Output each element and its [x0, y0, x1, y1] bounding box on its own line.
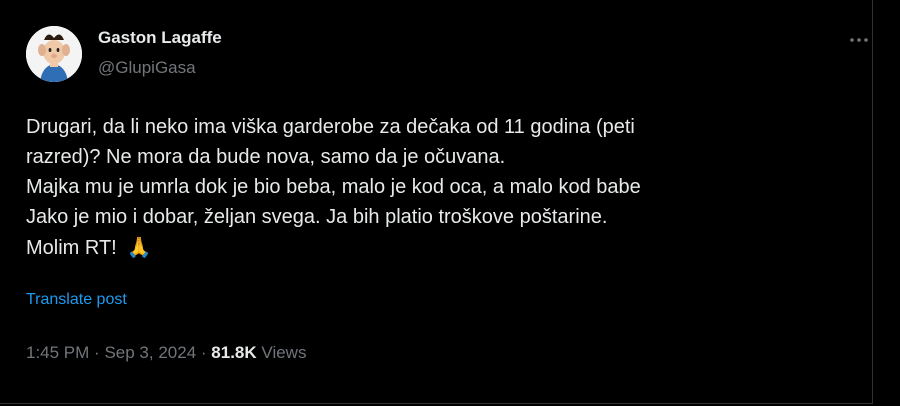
more-options-button[interactable]: [846, 30, 872, 50]
avatar-image: [26, 26, 82, 82]
tweet-line-last: Molim RT! 🙏: [26, 232, 846, 263]
meta-separator: ·: [200, 343, 207, 362]
avatar[interactable]: [26, 26, 82, 82]
tweet-meta: 1:45 PM · Sep 3, 2024 · 81.8K Views: [26, 343, 306, 363]
post-date[interactable]: Sep 3, 2024: [104, 343, 196, 362]
more-dots-icon: [850, 38, 868, 42]
views-count: 81.8K: [211, 343, 257, 362]
tweet-line: Jako je mio i dobar, željan svega. Ja bi…: [26, 206, 608, 228]
author-name[interactable]: Gaston Lagaffe: [98, 28, 222, 48]
author-handle[interactable]: @GlupiGasa: [98, 58, 196, 78]
tweet-line: Molim RT!: [26, 237, 117, 259]
folded-hands-icon: 🙏: [126, 235, 152, 259]
tweet-line: Drugari, da li neko ima viška garderobe …: [26, 116, 635, 138]
translate-post-link[interactable]: Translate post: [26, 291, 127, 309]
tweet-line: Majka mu je umrla dok je bio beba, malo …: [26, 176, 641, 198]
tweet-line: razred)? Ne mora da bude nova, samo da j…: [26, 146, 506, 168]
views-label: Views: [261, 343, 307, 362]
tweet-card: Gaston Lagaffe @GlupiGasa Drugari, da li…: [0, 0, 873, 404]
post-time[interactable]: 1:45 PM: [26, 343, 89, 362]
tweet-text: Drugari, da li neko ima viška garderobe …: [26, 112, 846, 263]
meta-separator: ·: [94, 343, 100, 362]
